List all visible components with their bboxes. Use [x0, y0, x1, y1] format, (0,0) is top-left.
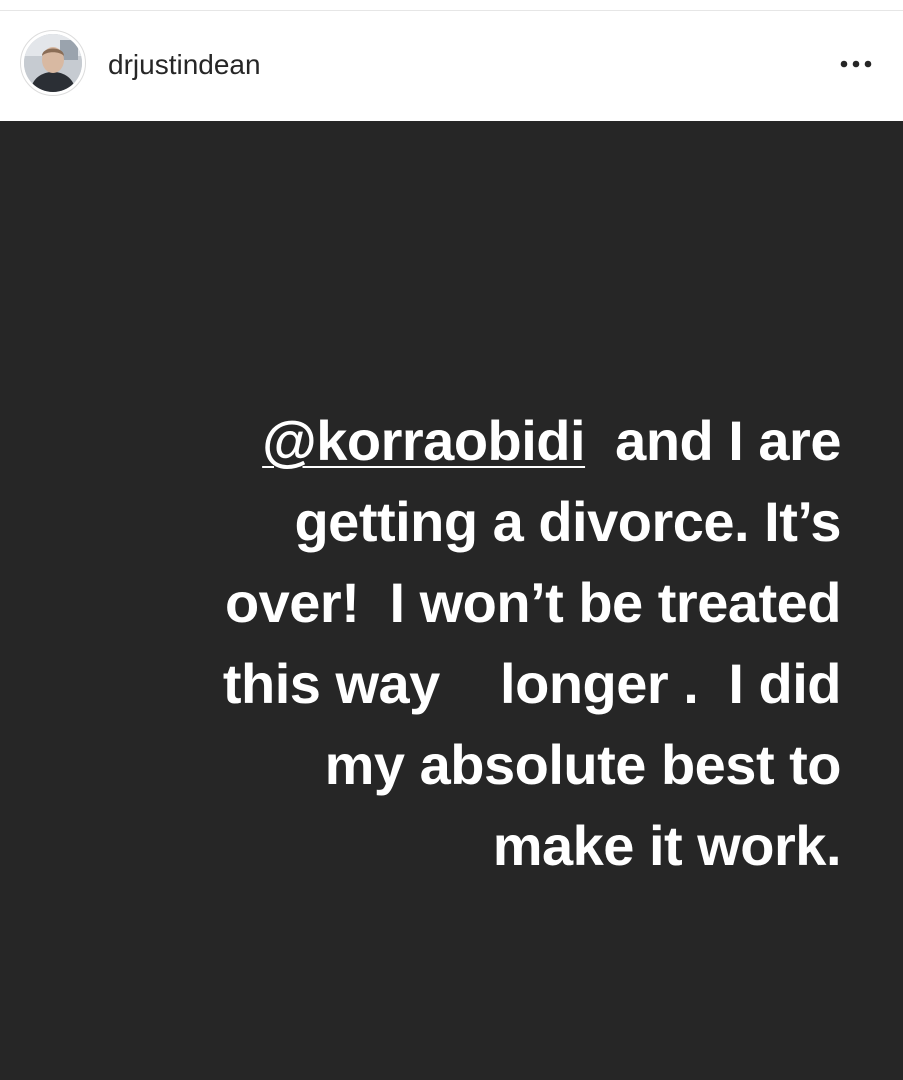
- top-divider: [0, 0, 903, 11]
- mention-link[interactable]: @korraobidi: [262, 409, 585, 472]
- more-options-button[interactable]: [836, 49, 876, 79]
- story-line-2: getting a divorce. It’s: [294, 490, 841, 553]
- story-image: @korraobidi and I are getting a divorce.…: [0, 121, 903, 1080]
- post-header: drjustindean: [0, 11, 903, 121]
- story-line-1: @korraobidi and I are: [81, 400, 841, 481]
- username[interactable]: drjustindean: [108, 49, 261, 81]
- avatar-image: [24, 34, 82, 92]
- avatar[interactable]: [20, 30, 86, 96]
- story-line-5: my absolute best to: [324, 733, 842, 796]
- story-line-3: over! I won’t be treated: [224, 571, 842, 634]
- story-text: @korraobidi and I are getting a divorce.…: [81, 400, 842, 886]
- story-line-4: this way longer . I did: [222, 652, 842, 715]
- avatar-photo-icon: [24, 34, 82, 92]
- story-line-1-text: and I are: [585, 409, 841, 472]
- more-options-icon: [840, 60, 872, 68]
- story-line-6: make it work.: [492, 814, 842, 877]
